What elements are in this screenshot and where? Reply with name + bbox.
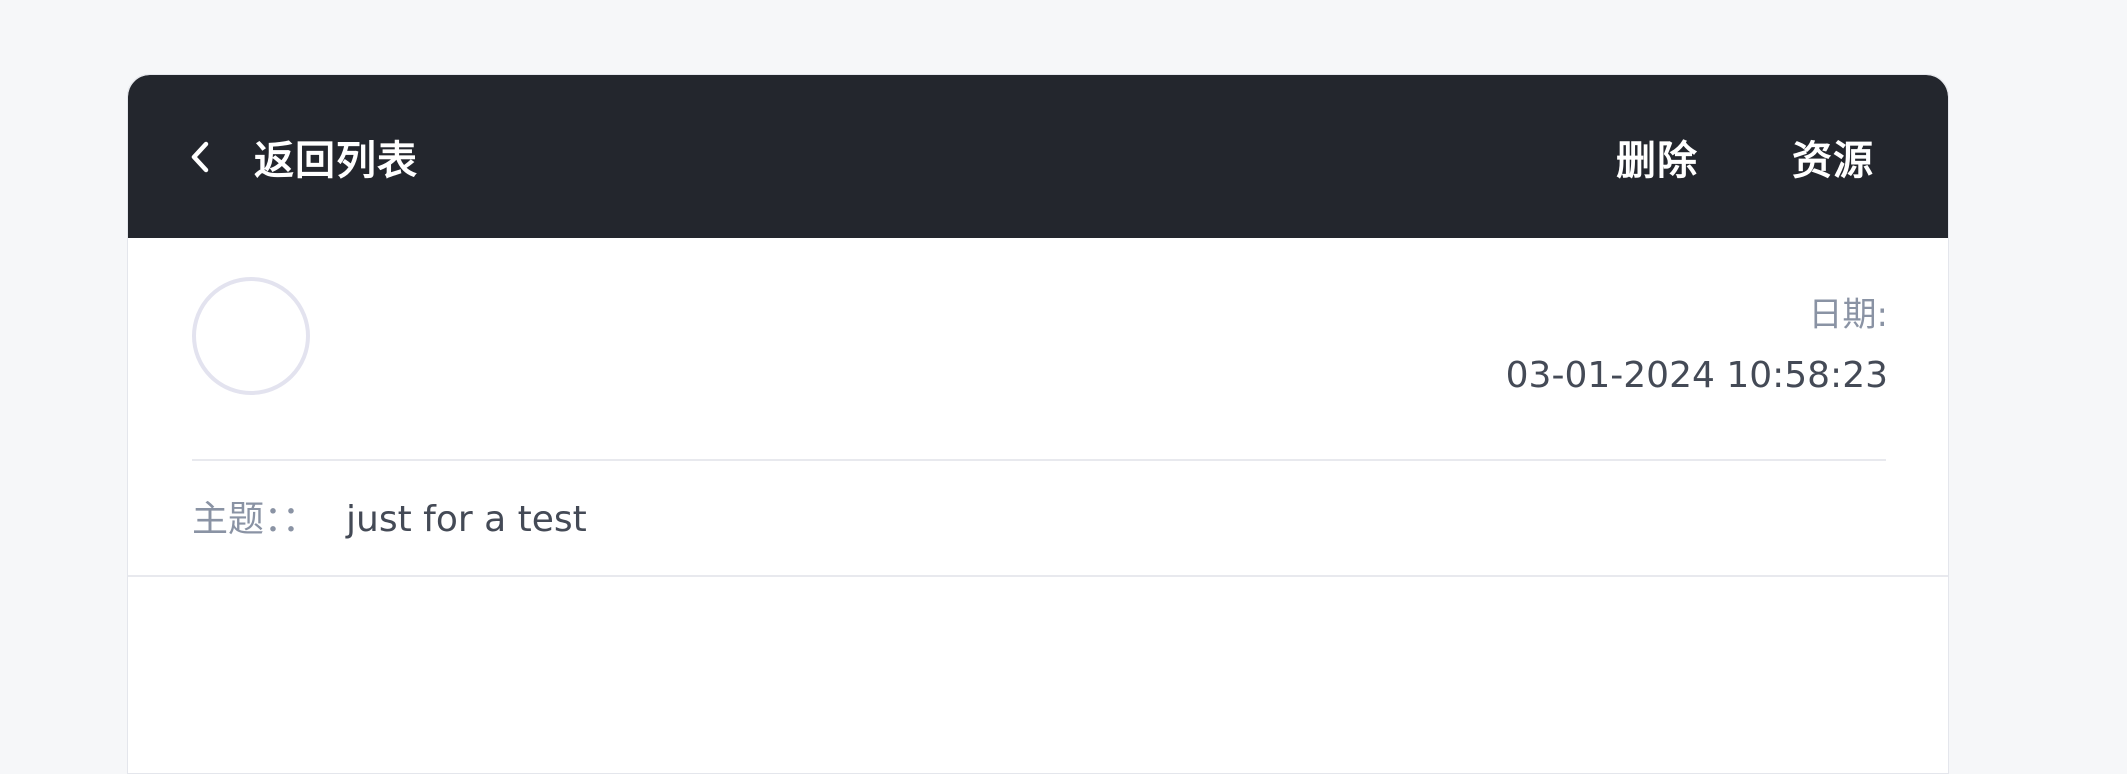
back-to-list-label: 返回列表	[254, 136, 418, 184]
chevron-left-icon	[186, 137, 214, 177]
delete-button[interactable]: 删除	[1616, 75, 1698, 238]
date-block: 日期: 03-01-2024 10:58:23	[1506, 293, 1888, 401]
subject-row: 主题：： just for a test	[192, 495, 587, 545]
back-to-list-button[interactable]: 返回列表	[128, 75, 418, 238]
date-value: 03-01-2024 10:58:23	[1505, 355, 1888, 396]
message-detail-card: 返回列表 删除 资源 日期: 03-01-2024 10:58:23 主题：： …	[127, 74, 1949, 774]
detail-toolbar: 返回列表 删除 资源	[128, 75, 1948, 238]
date-label: 日期:	[1808, 295, 1888, 335]
header-divider	[192, 459, 1886, 461]
message-body	[128, 577, 1948, 773]
avatar	[192, 277, 310, 395]
subject-label: 主题：：	[192, 499, 319, 540]
resource-button[interactable]: 资源	[1792, 75, 1874, 238]
subject-value: just for a test	[346, 499, 587, 540]
